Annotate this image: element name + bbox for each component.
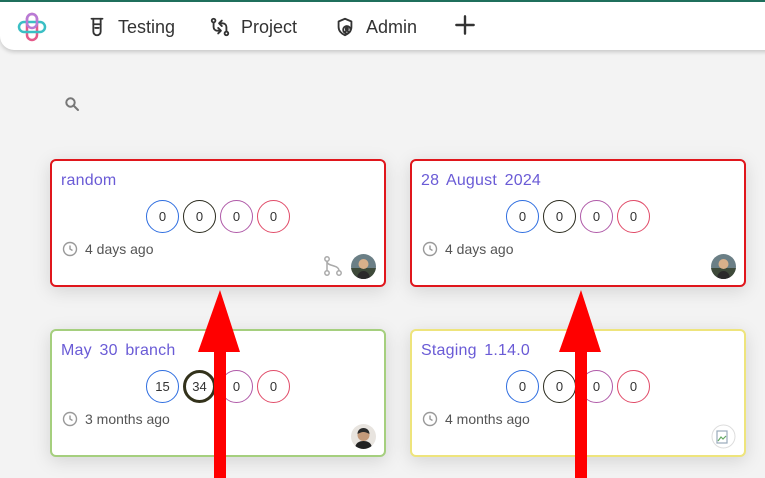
card-title[interactable]: Staging 1.14.0 xyxy=(421,342,530,360)
timestamp-text: 4 days ago xyxy=(85,241,154,257)
count-skipped: 0 xyxy=(220,200,253,233)
avatar[interactable] xyxy=(351,254,376,279)
git-compare-icon xyxy=(210,17,230,37)
clock-icon xyxy=(422,411,438,427)
shield-user-icon xyxy=(337,17,353,37)
clock-icon xyxy=(422,241,438,257)
nav-item-project[interactable]: Project xyxy=(209,14,297,40)
timestamp: 4 days ago xyxy=(62,241,154,257)
nav-item-testing[interactable]: Testing xyxy=(86,14,175,40)
nav-label-project: Project xyxy=(241,16,298,37)
annotation-arrow xyxy=(559,290,601,478)
run-card[interactable]: random 0 0 0 0 4 days ago xyxy=(50,159,386,287)
nav-item-admin[interactable]: Admin xyxy=(334,14,417,40)
run-card[interactable]: 28 August 2024 0 0 0 0 4 days ago xyxy=(410,159,746,287)
count-failed: 0 xyxy=(617,370,650,403)
count-failed: 0 xyxy=(257,370,290,403)
count-passed: 0 xyxy=(506,370,539,403)
branch-icon[interactable] xyxy=(322,255,344,277)
count-failed: 0 xyxy=(617,200,650,233)
timestamp: 3 months ago xyxy=(62,411,170,427)
timestamp: 4 months ago xyxy=(422,411,530,427)
count-pending: 0 xyxy=(183,200,216,233)
count-skipped: 0 xyxy=(580,200,613,233)
card-title[interactable]: 28 August 2024 xyxy=(421,172,541,190)
search-icon[interactable] xyxy=(64,96,80,112)
status-counts: 0 0 0 0 xyxy=(52,200,384,233)
card-title[interactable]: random xyxy=(61,172,116,190)
clock-icon xyxy=(62,241,78,257)
app-logo[interactable] xyxy=(17,12,47,42)
count-pending: 0 xyxy=(543,200,576,233)
timestamp-text: 4 months ago xyxy=(445,411,530,427)
broken-image-avatar[interactable] xyxy=(711,424,736,449)
top-navigation-bar: Testing Project Admin xyxy=(0,0,765,50)
flask-icon xyxy=(90,17,104,37)
nav-label-testing: Testing xyxy=(118,16,176,37)
avatar[interactable] xyxy=(711,254,736,279)
nav-label-admin: Admin xyxy=(366,16,418,37)
timestamp-text: 4 days ago xyxy=(445,241,514,257)
plus-icon[interactable] xyxy=(452,12,478,38)
annotation-arrow xyxy=(198,290,240,478)
count-passed: 0 xyxy=(506,200,539,233)
clock-icon xyxy=(62,411,78,427)
count-passed: 0 xyxy=(146,200,179,233)
avatar[interactable] xyxy=(351,424,376,449)
status-counts: 0 0 0 0 xyxy=(412,200,744,233)
card-title[interactable]: May 30 branch xyxy=(61,342,175,360)
timestamp-text: 3 months ago xyxy=(85,411,170,427)
count-failed: 0 xyxy=(257,200,290,233)
count-passed: 15 xyxy=(146,370,179,403)
timestamp: 4 days ago xyxy=(422,241,514,257)
